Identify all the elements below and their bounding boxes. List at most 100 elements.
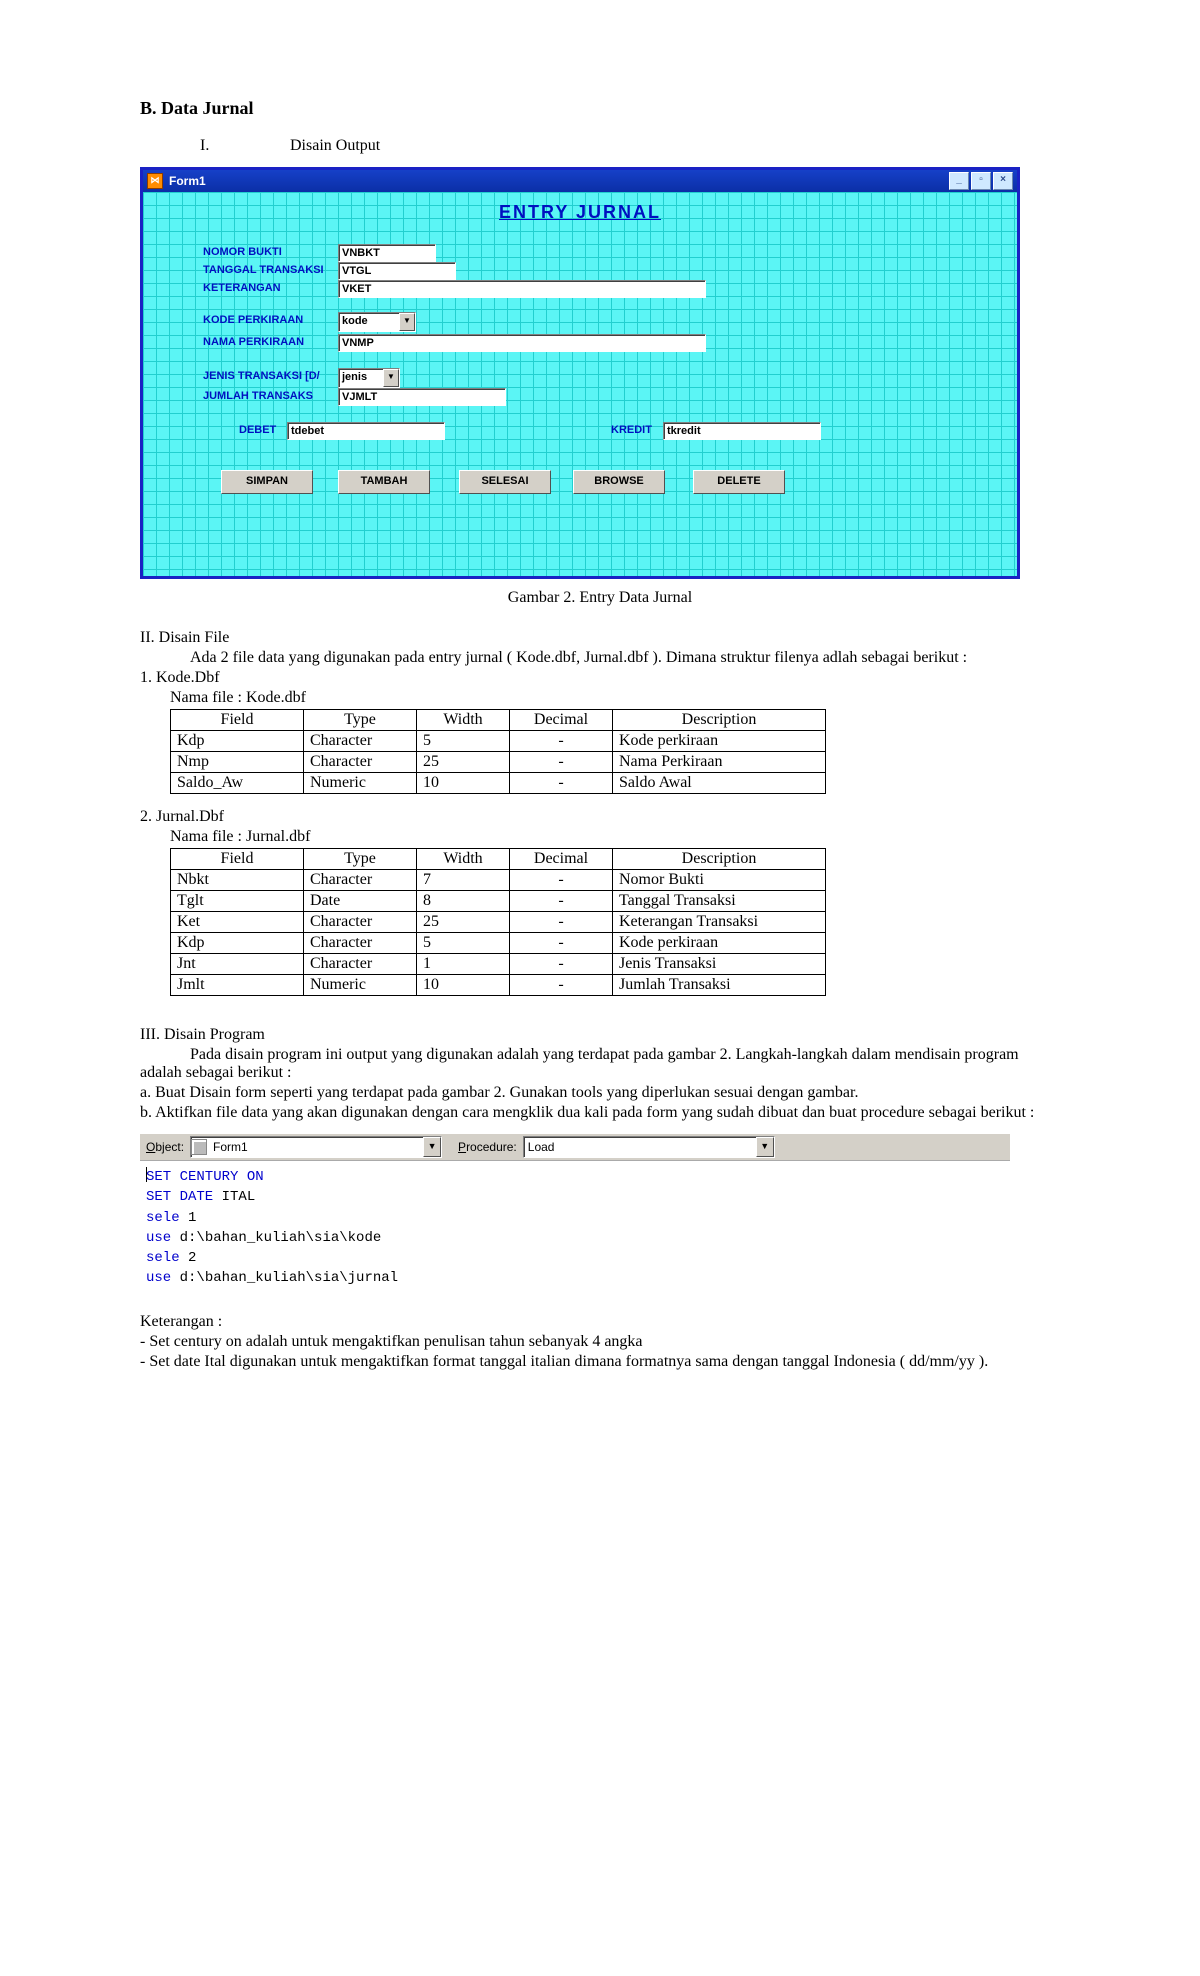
simpan-button[interactable]: SIMPAN (221, 470, 313, 494)
object-combo[interactable]: Form1 ▼ (190, 1136, 442, 1158)
chevron-down-icon[interactable]: ▼ (383, 369, 399, 387)
cell-description: Nomor Bukti (613, 870, 826, 891)
object-combo-text: Form1 (209, 1140, 252, 1154)
debet-field[interactable]: tdebet (287, 422, 445, 440)
cell-width: 10 (417, 773, 510, 794)
th-decimal: Decimal (510, 849, 613, 870)
chevron-down-icon[interactable]: ▼ (756, 1137, 774, 1157)
table-header-row: Field Type Width Decimal Description (171, 849, 826, 870)
kode-dbf-filename: Nama file : Kode.dbf (140, 689, 1060, 707)
section-heading: B. Data Jurnal (140, 98, 1060, 119)
th-width: Width (417, 710, 510, 731)
nama-perkiraan-field[interactable]: VNMP (338, 334, 706, 352)
table-row: Saldo_AwNumeric10-Saldo Awal (171, 773, 826, 794)
th-description: Description (613, 849, 826, 870)
cell-type: Character (304, 752, 417, 773)
cell-decimal: - (510, 773, 613, 794)
jurnal-dbf-table: Field Type Width Decimal Description Nbk… (170, 848, 826, 996)
delete-button[interactable]: DELETE (693, 470, 785, 494)
table-row: KdpCharacter5-Kode perkiraan (171, 933, 826, 954)
cell-field: Kdp (171, 731, 304, 752)
chevron-down-icon[interactable]: ▼ (399, 313, 415, 331)
kredit-field[interactable]: tkredit (663, 422, 821, 440)
jenis-transaksi-combo[interactable]: jenis ▼ (338, 368, 400, 388)
cell-decimal: - (510, 975, 613, 996)
cell-field: Jnt (171, 954, 304, 975)
label-debet: DEBET (239, 424, 276, 436)
cell-field: Nbkt (171, 870, 304, 891)
jurnal-dbf-title: 2. Jurnal.Dbf (140, 808, 1060, 826)
minimize-button[interactable]: _ (949, 172, 969, 190)
label-keterangan: KETERANGAN (203, 282, 281, 294)
table-row: KdpCharacter5-Kode perkiraan (171, 731, 826, 752)
cell-width: 8 (417, 891, 510, 912)
cell-field: Nmp (171, 752, 304, 773)
cell-field: Kdp (171, 933, 304, 954)
window-title: Form1 (169, 174, 947, 188)
label-nomor-bukti: NOMOR BUKTI (203, 246, 282, 258)
keterangan-field[interactable]: VKET (338, 280, 706, 298)
table-row: JmltNumeric10-Jumlah Transaksi (171, 975, 826, 996)
nomor-bukti-field[interactable]: VNBKT (338, 244, 436, 262)
form-body: ENTRY JURNAL NOMOR BUKTI TANGGAL TRANSAK… (143, 192, 1017, 576)
cell-width: 25 (417, 752, 510, 773)
browse-button[interactable]: BROWSE (573, 470, 665, 494)
cell-description: Saldo Awal (613, 773, 826, 794)
form-icon (191, 1139, 207, 1155)
subheading-1: I. Disain Output (140, 137, 1060, 155)
cell-description: Kode perkiraan (613, 933, 826, 954)
cell-type: Character (304, 912, 417, 933)
form-window: ⋈ Form1 _ ▫ × ENTRY JURNAL NOMOR BUKTI T… (140, 167, 1020, 579)
tanggal-field[interactable]: VTGL (338, 262, 456, 280)
step-b: b. Aktifkan file data yang akan digunaka… (140, 1104, 1060, 1122)
chevron-down-icon[interactable]: ▼ (423, 1137, 441, 1157)
cell-width: 7 (417, 870, 510, 891)
th-width: Width (417, 849, 510, 870)
cell-width: 5 (417, 933, 510, 954)
jumlah-transaksi-field[interactable]: VJMLT (338, 388, 506, 406)
th-type: Type (304, 710, 417, 731)
cell-field: Jmlt (171, 975, 304, 996)
fox-icon: ⋈ (147, 173, 163, 189)
kode-dbf-title: 1. Kode.Dbf (140, 669, 1060, 687)
maximize-button[interactable]: ▫ (971, 172, 991, 190)
cell-decimal: - (510, 954, 613, 975)
label-kode-perkiraan: KODE PERKIRAAN (203, 314, 303, 326)
cell-decimal: - (510, 752, 613, 773)
cell-type: Date (304, 891, 417, 912)
code-body[interactable]: SET CENTURY ON SET DATE ITAL sele 1 use … (140, 1160, 1010, 1295)
subheading-1-text: Disain Output (290, 137, 1060, 155)
cell-type: Character (304, 954, 417, 975)
keterangan-item-2: - Set date Ital digunakan untuk mengakti… (140, 1353, 1060, 1371)
selesai-button[interactable]: SELESAI (459, 470, 551, 494)
code-editor-toolbar: Object: Form1 ▼ Procedure: Load ▼ (140, 1134, 1010, 1160)
label-jenis-transaksi: JENIS TRANSAKSI [D/ (203, 370, 320, 382)
procedure-combo[interactable]: Load ▼ (523, 1136, 775, 1158)
cell-field: Ket (171, 912, 304, 933)
cell-decimal: - (510, 933, 613, 954)
label-jumlah-transaksi: JUMLAH TRANSAKS (203, 390, 313, 402)
disain-file-paragraph: Ada 2 file data yang digunakan pada entr… (140, 649, 1060, 667)
cell-field: Saldo_Aw (171, 773, 304, 794)
cell-width: 25 (417, 912, 510, 933)
table-row: JntCharacter1-Jenis Transaksi (171, 954, 826, 975)
close-button[interactable]: × (993, 172, 1013, 190)
cell-decimal: - (510, 731, 613, 752)
kode-perkiraan-combo[interactable]: kode ▼ (338, 312, 416, 332)
table-row: NbktCharacter7-Nomor Bukti (171, 870, 826, 891)
kode-dbf-table: Field Type Width Decimal Description Kdp… (170, 709, 826, 794)
object-label: Object: (146, 1140, 184, 1154)
th-field: Field (171, 710, 304, 731)
step-a: a. Buat Disain form seperti yang terdapa… (140, 1084, 1060, 1102)
keterangan-item-1: - Set century on adalah untuk mengaktifk… (140, 1333, 1060, 1351)
cell-type: Character (304, 870, 417, 891)
tambah-button[interactable]: TAMBAH (338, 470, 430, 494)
label-kredit: KREDIT (611, 424, 652, 436)
th-description: Description (613, 710, 826, 731)
table-row: NmpCharacter25-Nama Perkiraan (171, 752, 826, 773)
kode-combo-text: kode (339, 313, 399, 331)
cell-type: Character (304, 731, 417, 752)
cell-type: Character (304, 933, 417, 954)
subheading-3: III. Disain Program (140, 1026, 1060, 1044)
th-field: Field (171, 849, 304, 870)
